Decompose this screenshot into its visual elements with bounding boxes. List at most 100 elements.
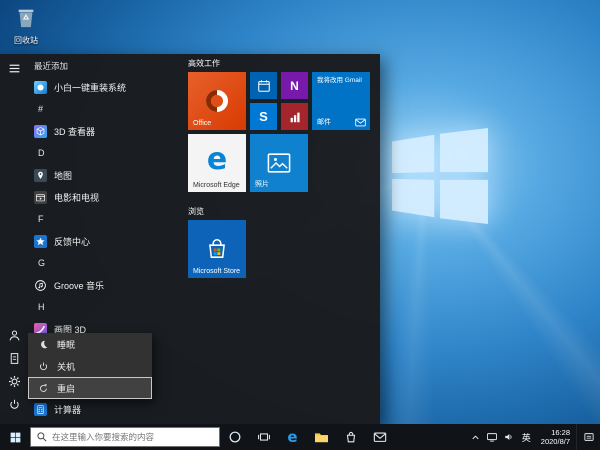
groove-music-icon [34, 279, 47, 292]
documents-button[interactable] [0, 347, 28, 370]
search-icon [36, 431, 48, 443]
start-tiles-pane: 高效工作 Office N S 我将改用 Gmail 邮件 [180, 54, 380, 424]
desktop: 回收站 最近添加 [0, 0, 600, 450]
tile-office[interactable]: Office [188, 72, 246, 130]
ime-indicator[interactable]: 英 [518, 431, 535, 444]
edge-logo-icon: e [207, 142, 227, 177]
volume-status[interactable] [501, 424, 518, 450]
restart-option[interactable]: 重启 [28, 377, 152, 399]
shutdown-option[interactable]: 关机 [28, 355, 152, 377]
network-icon [486, 431, 498, 443]
tile-mail[interactable]: 我将改用 Gmail 邮件 [312, 72, 370, 130]
cortana-icon [228, 430, 242, 444]
app-item-groove-music[interactable]: Groove 音乐 [28, 274, 180, 296]
movies-tv-icon [34, 191, 47, 204]
windows-logo-icon [9, 431, 22, 444]
recycle-bin-label: 回收站 [4, 35, 48, 46]
section-header-g[interactable]: G [28, 252, 180, 274]
tile-skype[interactable]: S [250, 103, 277, 130]
tray-overflow-button[interactable] [467, 424, 484, 450]
skype-icon: S [259, 109, 268, 124]
app-item-feedback-hub[interactable]: 反馈中心 [28, 230, 180, 252]
edge-taskbar-button[interactable]: e [278, 424, 307, 450]
task-view-button[interactable] [249, 424, 278, 450]
tile-group-title-explore[interactable]: 浏览 [188, 206, 204, 217]
app-label: 反馈中心 [54, 235, 90, 248]
xiaobai-icon [34, 81, 47, 94]
mail-envelope-icon [355, 118, 366, 127]
user-icon [8, 329, 21, 342]
volume-icon [503, 431, 515, 443]
taskbar: e 英 16:28 2020/8/7 [0, 424, 600, 450]
task-view-icon [257, 430, 271, 444]
rail-bottom-buttons [0, 324, 28, 416]
office-logo-icon [204, 88, 230, 114]
app-label: 计算器 [54, 403, 81, 416]
tile-onenote[interactable]: N [281, 72, 308, 99]
app-label: 小白一键重装系统 [54, 81, 126, 94]
app-item-xiaobai[interactable]: 小白一键重装系统 [28, 76, 180, 98]
hamburger-icon [8, 62, 21, 75]
section-header-hash[interactable]: # [28, 98, 180, 120]
user-account-button[interactable] [0, 324, 28, 347]
tile-photos[interactable]: 照片 [250, 134, 308, 192]
tile-label: 照片 [255, 179, 269, 189]
app-label: 电影和电视 [54, 191, 99, 204]
search-input[interactable] [52, 432, 214, 442]
maps-icon [34, 169, 47, 182]
power-flyout: 睡眠 关机 重启 [28, 333, 152, 399]
action-center-button[interactable] [576, 424, 600, 450]
recycle-bin-icon [15, 5, 37, 29]
network-status[interactable] [484, 424, 501, 450]
app-item-maps[interactable]: 地图 [28, 164, 180, 186]
start-button[interactable] [0, 424, 30, 450]
feedback-hub-icon [34, 235, 47, 248]
app-item-3d-viewer[interactable]: 3D 查看器 [28, 120, 180, 142]
recycle-bin[interactable]: 回收站 [4, 5, 48, 46]
section-header-h[interactable]: H [28, 296, 180, 318]
gear-icon [8, 375, 21, 388]
settings-button[interactable] [0, 370, 28, 393]
action-center-icon [583, 431, 595, 443]
section-header-f[interactable]: F [28, 208, 180, 230]
cortana-button[interactable] [220, 424, 249, 450]
wallpaper-windows-logo [392, 128, 488, 224]
start-menu-rail [0, 54, 28, 424]
tile-calendar[interactable] [250, 72, 277, 99]
onenote-icon: N [290, 79, 299, 93]
store-bag-icon [205, 237, 229, 261]
mail-taskbar-button[interactable] [365, 424, 394, 450]
edge-icon: e [287, 428, 297, 446]
sleep-icon [38, 339, 49, 350]
sleep-option[interactable]: 睡眠 [28, 333, 152, 355]
app-item-movies-tv[interactable]: 电影和电视 [28, 186, 180, 208]
folder-icon [314, 431, 329, 444]
restart-icon [38, 383, 49, 394]
store-taskbar-button[interactable] [336, 424, 365, 450]
tile-edge[interactable]: e Microsoft Edge [188, 134, 246, 192]
tile-microsoft-store[interactable]: Microsoft Store [188, 220, 246, 278]
photos-icon [267, 153, 291, 173]
section-header-d[interactable]: D [28, 142, 180, 164]
document-icon [8, 352, 21, 365]
tile-label: Office [193, 120, 211, 127]
shutdown-icon [38, 361, 49, 372]
bar-chart-icon [288, 110, 302, 124]
tile-chart[interactable] [281, 103, 308, 130]
tile-label: 邮件 [317, 117, 331, 127]
app-item-calculator[interactable]: 计算器 [28, 398, 180, 420]
tile-label: Microsoft Store [193, 268, 240, 275]
recently-added-header: 最近添加 [28, 56, 180, 76]
expand-menu-button[interactable] [0, 57, 28, 80]
file-explorer-button[interactable] [307, 424, 336, 450]
tray-time: 16:28 [541, 428, 570, 437]
power-button[interactable] [0, 393, 28, 416]
system-tray: 英 16:28 2020/8/7 [467, 424, 600, 450]
tile-label: Microsoft Edge [193, 182, 240, 189]
mail-icon [373, 431, 387, 443]
taskbar-search-box[interactable] [30, 427, 220, 447]
tray-clock[interactable]: 16:28 2020/8/7 [535, 428, 576, 446]
tile-group-title-productivity[interactable]: 高效工作 [188, 58, 220, 69]
power-icon [8, 398, 21, 411]
calendar-icon [257, 79, 271, 93]
